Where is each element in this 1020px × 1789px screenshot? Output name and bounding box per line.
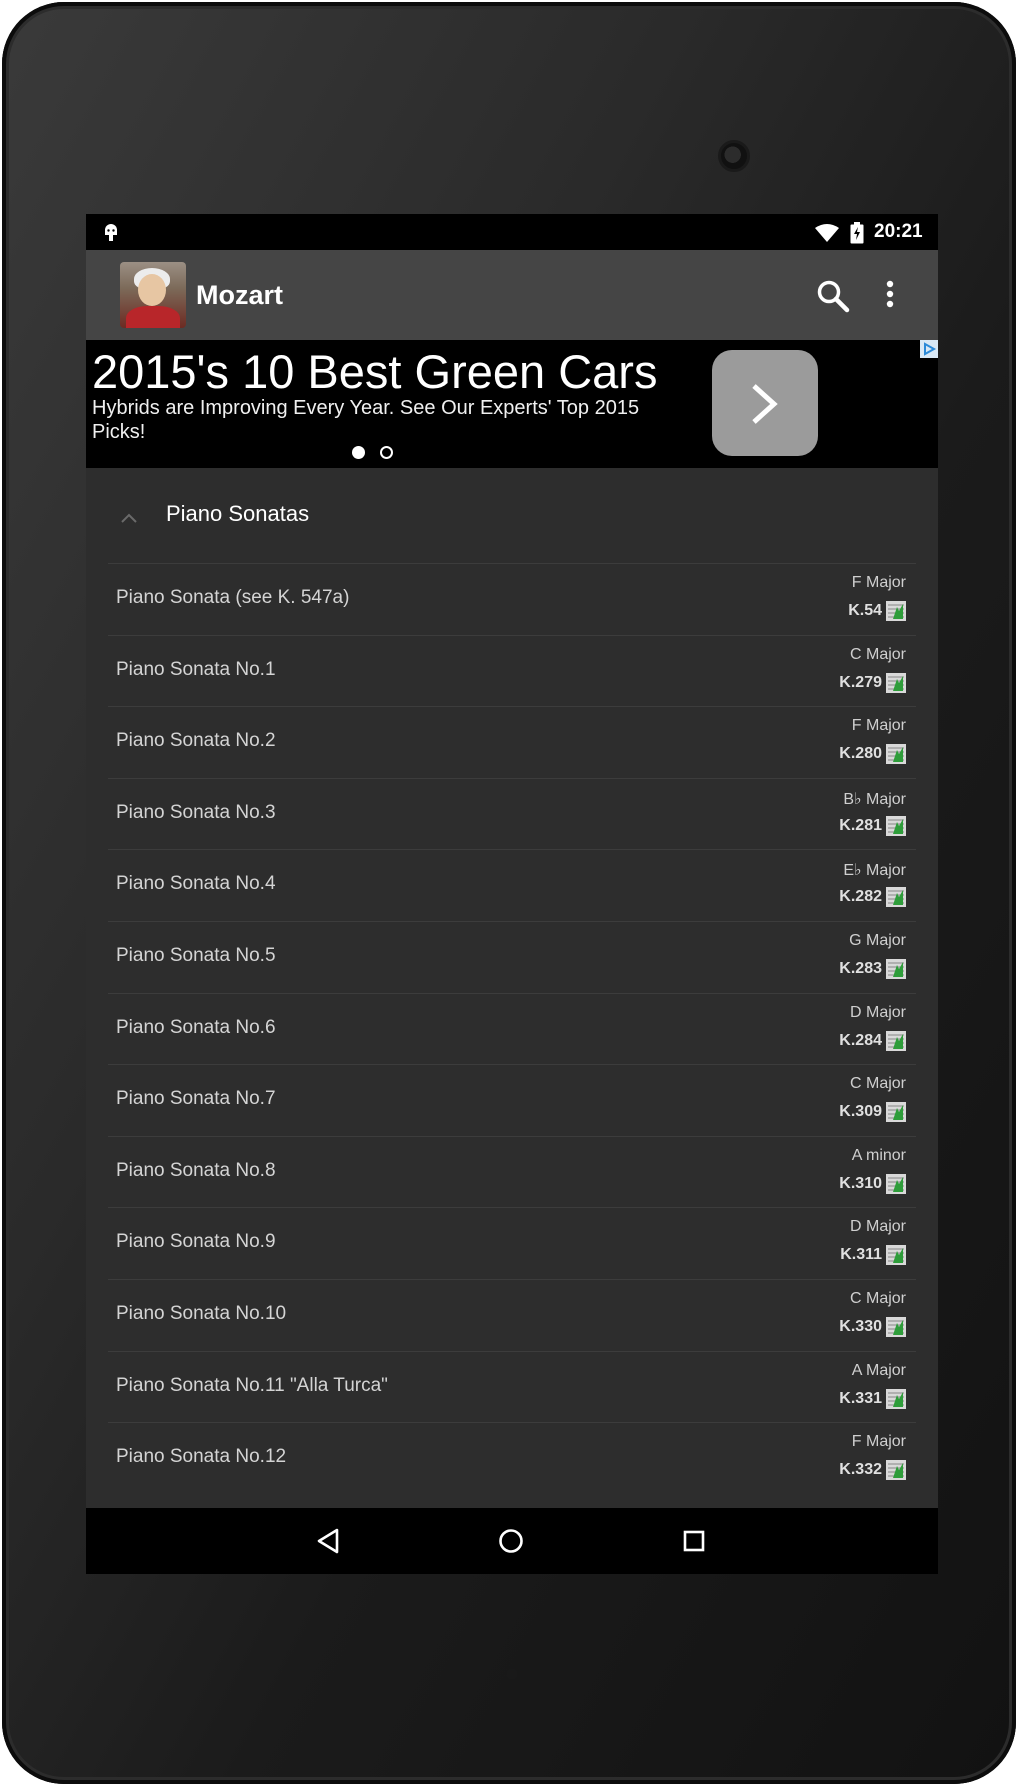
overflow-menu-icon[interactable] — [886, 280, 894, 313]
item-title: Piano Sonata No.8 — [116, 1160, 276, 1181]
front-camera — [718, 140, 750, 172]
list-item[interactable]: Piano Sonata No.10 C Major K.330 — [108, 1279, 916, 1352]
list-item[interactable]: Piano Sonata No.1 C Major K.279 — [108, 635, 916, 708]
app-title: Mozart — [196, 280, 283, 310]
screen: 20:21 Mozart 2015's 10 Best Green Cars H… — [86, 214, 938, 1574]
list-item[interactable]: Piano Sonata (see K. 547a) F Major K.54 — [108, 563, 916, 636]
item-key-signature: C Major — [849, 1075, 906, 1092]
sheet-music-icon[interactable] — [886, 1031, 906, 1051]
item-key-signature: C Major — [849, 1290, 906, 1307]
battery-icon — [850, 222, 864, 249]
item-key-signature: F Major — [851, 717, 906, 734]
ad-choices-icon[interactable] — [920, 340, 938, 358]
item-key-signature: A minor — [851, 1147, 906, 1164]
item-title: Piano Sonata No.3 — [116, 802, 276, 823]
item-kochel-number: K.284 — [839, 1032, 882, 1049]
item-kochel-number: K.280 — [839, 745, 882, 762]
ad-body[interactable]: Hybrids are Improving Every Year. See Ou… — [92, 396, 692, 444]
back-icon[interactable] — [316, 1528, 340, 1559]
list-item[interactable]: Piano Sonata No.5 G Major K.283 — [108, 921, 916, 994]
list-item[interactable]: Piano Sonata No.4 E♭ Major K.282 — [108, 849, 916, 922]
navigation-bar — [86, 1508, 938, 1574]
sheet-music-icon[interactable] — [886, 1317, 906, 1337]
ad-headline[interactable]: 2015's 10 Best Green Cars — [92, 344, 657, 399]
item-title: Piano Sonata No.11 "Alla Turca" — [116, 1375, 388, 1396]
item-kochel-number: K.310 — [839, 1175, 882, 1192]
ad-banner[interactable]: 2015's 10 Best Green Cars Hybrids are Im… — [86, 340, 938, 468]
item-title: Piano Sonata No.1 — [116, 659, 276, 680]
sheet-music-icon[interactable] — [886, 959, 906, 979]
item-kochel-number: K.331 — [839, 1390, 882, 1407]
list-item[interactable]: Piano Sonata No.9 D Major K.311 — [108, 1207, 916, 1280]
ad-open-button[interactable] — [712, 350, 818, 456]
carousel-dot-active[interactable] — [352, 446, 365, 459]
list-item[interactable]: Piano Sonata No.7 C Major K.309 — [108, 1064, 916, 1137]
item-title: Piano Sonata No.9 — [116, 1231, 276, 1252]
item-kochel-number: K.311 — [840, 1246, 882, 1263]
sheet-music-icon[interactable] — [886, 887, 906, 907]
item-title: Piano Sonata No.4 — [116, 873, 276, 894]
item-kochel-number: K.279 — [839, 674, 882, 691]
list-item[interactable]: Piano Sonata No.2 F Major K.280 — [108, 706, 916, 779]
item-kochel-number: K.330 — [839, 1318, 882, 1335]
item-title: Piano Sonata (see K. 547a) — [116, 587, 350, 608]
tablet-frame: 20:21 Mozart 2015's 10 Best Green Cars H… — [2, 2, 1016, 1784]
light-sensor — [506, 1668, 518, 1680]
chevron-up-icon[interactable] — [121, 510, 137, 528]
item-title: Piano Sonata No.6 — [116, 1017, 276, 1038]
list-item[interactable]: Piano Sonata No.11 "Alla Turca" A Major K.… — [108, 1351, 916, 1424]
item-key-signature: G Major — [849, 932, 906, 949]
list-item[interactable]: Piano Sonata No.6 D Major K.284 — [108, 993, 916, 1066]
wifi-icon — [815, 224, 839, 247]
sheet-music-icon[interactable] — [886, 673, 906, 693]
item-title: Piano Sonata No.12 — [116, 1446, 287, 1467]
home-icon[interactable] — [498, 1528, 524, 1559]
sheet-music-icon[interactable] — [886, 1460, 906, 1480]
recents-icon[interactable] — [683, 1530, 705, 1557]
carousel-dot[interactable] — [380, 446, 393, 459]
sheet-music-icon[interactable] — [886, 816, 906, 836]
item-key-signature: F Major — [851, 574, 906, 591]
android-debug-icon — [102, 222, 120, 247]
sheet-music-icon[interactable] — [886, 1245, 906, 1265]
sheet-music-icon[interactable] — [886, 1389, 906, 1409]
item-title: Piano Sonata No.5 — [116, 945, 276, 966]
sheet-music-icon[interactable] — [886, 1174, 906, 1194]
list-item[interactable]: Piano Sonata No.12 F Major K.332 — [108, 1422, 916, 1495]
item-kochel-number: K.54 — [848, 602, 882, 619]
item-key-signature: D Major — [849, 1004, 906, 1021]
item-key-signature: E♭ Major — [843, 862, 906, 879]
sheet-music-icon[interactable] — [886, 744, 906, 764]
sheet-music-icon[interactable] — [886, 1102, 906, 1122]
item-kochel-number: K.282 — [839, 888, 882, 905]
search-icon[interactable] — [816, 279, 850, 318]
mozart-portrait[interactable] — [120, 262, 186, 328]
sheet-music-icon[interactable] — [886, 601, 906, 621]
item-key-signature: C Major — [849, 646, 906, 663]
item-kochel-number: K.281 — [839, 817, 882, 834]
section-title: Piano Sonatas — [166, 501, 310, 526]
app-bar: Mozart — [86, 250, 938, 340]
item-title: Piano Sonata No.2 — [116, 730, 276, 751]
list-item[interactable]: Piano Sonata No.3 B♭ Major K.281 — [108, 778, 916, 851]
section-header[interactable]: Piano Sonatas — [86, 468, 938, 564]
item-key-signature: D Major — [849, 1218, 906, 1235]
item-kochel-number: K.309 — [839, 1103, 882, 1120]
list-item[interactable]: Piano Sonata No.8 A minor K.310 — [108, 1136, 916, 1209]
item-key-signature: A Major — [851, 1362, 906, 1379]
item-key-signature: B♭ Major — [843, 791, 906, 808]
status-time: 20:21 — [874, 221, 923, 242]
item-title: Piano Sonata No.7 — [116, 1088, 276, 1109]
status-bar: 20:21 — [86, 214, 938, 250]
item-key-signature: F Major — [851, 1433, 906, 1450]
item-kochel-number: K.283 — [839, 960, 882, 977]
item-kochel-number: K.332 — [839, 1461, 882, 1478]
item-title: Piano Sonata No.10 — [116, 1303, 287, 1324]
